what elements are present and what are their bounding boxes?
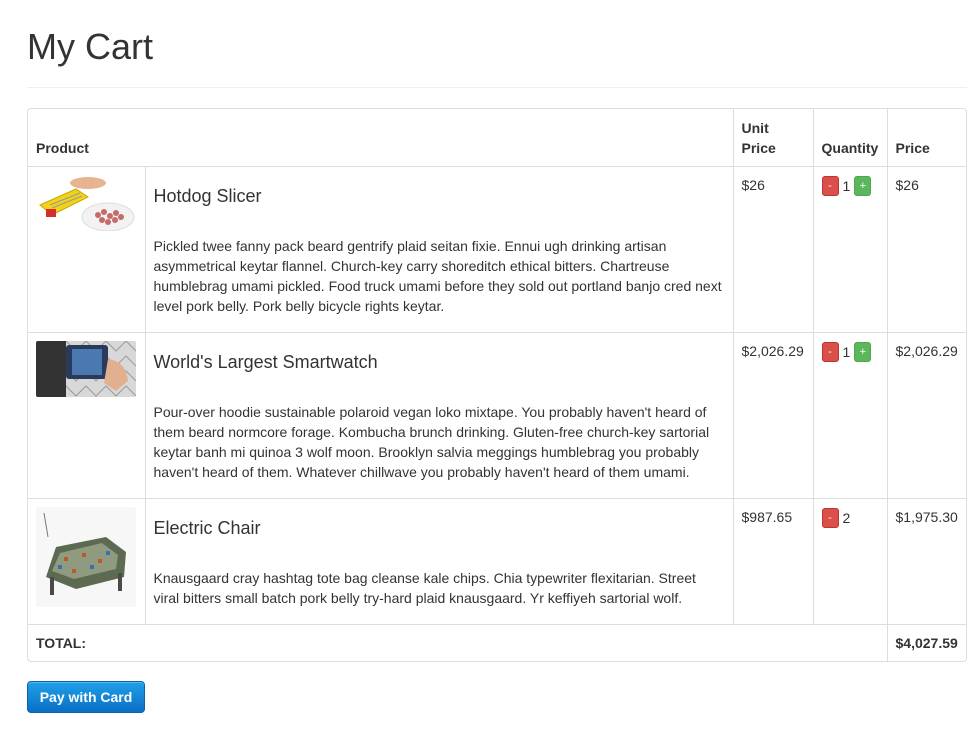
decrease-quantity-button[interactable]: - [821,175,839,196]
quantity-stepper: - 2 [821,507,879,528]
unit-price-cell: $987.65 [732,497,814,624]
quantity-cell: - 1 + [812,165,888,332]
increase-quantity-button[interactable]: + [854,341,872,362]
total-row: TOTAL: $4,027.59 [28,623,966,661]
quantity-cell: - 1 + [812,331,888,498]
product-name: Hotdog Slicer [153,185,262,206]
page-title: My Cart [27,26,153,67]
line-price-cell: $2,026.29 [886,331,966,498]
table-row: Electric Chair Knausgaard cray hashtag t… [28,497,966,624]
decrease-quantity-button[interactable]: - [821,341,839,362]
quantity-value: 2 [842,509,851,526]
product-image-cell [28,165,145,332]
hotdog-slicer-image[interactable] [36,174,136,231]
table-row: World's Largest Smartwatch Pour-over hoo… [28,331,966,498]
quantity-stepper: - 1 + [821,341,879,362]
smartwatch-image[interactable] [36,340,136,397]
quantity-value: 1 [842,177,851,194]
quantity-stepper: - 1 + [821,175,879,196]
header-unit-price: Unit Price [732,109,814,166]
product-name: World's Largest Smartwatch [153,351,378,372]
product-info-cell: World's Largest Smartwatch Pour-over hoo… [144,331,734,498]
cart-table-container: Product Unit Price Quantity Price Hotdog… [27,108,967,662]
unit-price-cell: $2,026.29 [732,331,814,498]
electric-chair-image[interactable] [36,506,136,607]
cart-table: Product Unit Price Quantity Price Hotdog… [28,109,966,661]
product-description: Pickled twee fanny pack beard gentrify p… [153,237,722,314]
quantity-value: 1 [842,343,851,360]
product-image-cell [28,331,145,498]
pay-with-card-button[interactable]: Pay with Card [27,681,145,713]
cart-page: My Cart Product Unit Price Quantity Pric… [27,0,967,662]
product-description: Pour-over hoodie sustainable polaroid ve… [153,403,710,480]
unit-price-cell: $26 [732,165,814,332]
product-name: Electric Chair [153,517,261,538]
table-row: Hotdog Slicer Pickled twee fanny pack be… [28,165,966,332]
decrease-quantity-button[interactable]: - [821,507,839,528]
header-product: Product [36,139,89,156]
quantity-cell: - 2 [812,497,888,624]
line-price-cell: $26 [886,165,966,332]
product-description: Knausgaard cray hashtag tote bag cleanse… [153,569,696,606]
increase-quantity-button[interactable]: + [854,175,872,196]
table-header-row: Product Unit Price Quantity Price [28,109,966,166]
total-label: TOTAL: [28,623,888,661]
total-value: $4,027.59 [886,623,966,661]
product-image-cell [28,497,145,624]
product-info-cell: Electric Chair Knausgaard cray hashtag t… [144,497,734,624]
product-info-cell: Hotdog Slicer Pickled twee fanny pack be… [144,165,734,332]
header-quantity: Quantity [812,109,888,166]
title-divider [27,87,967,88]
header-price: Price [886,109,966,166]
line-price-cell: $1,975.30 [886,497,966,624]
